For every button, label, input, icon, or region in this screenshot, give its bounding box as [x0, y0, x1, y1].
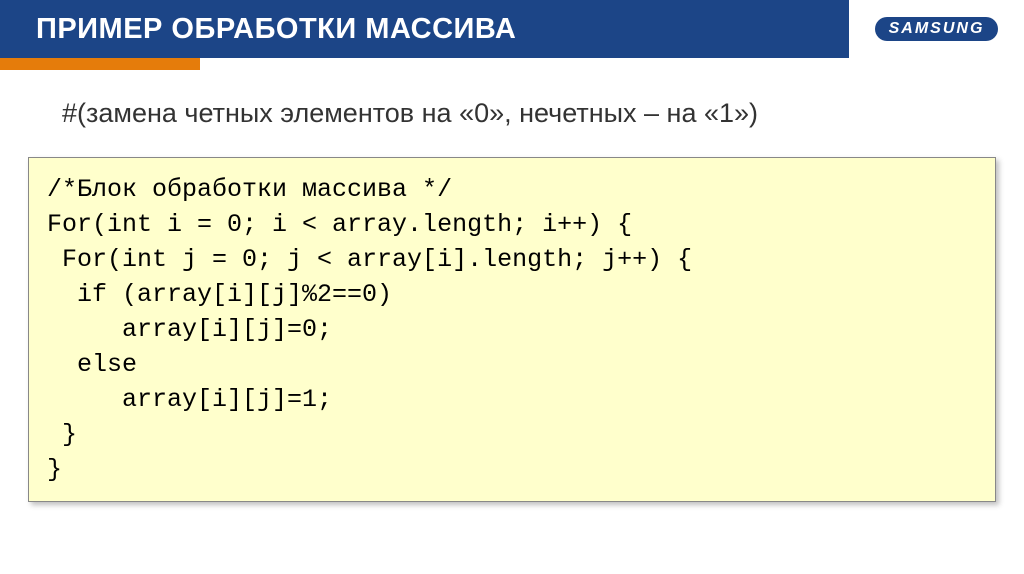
code-line: array[i][j]=0;: [47, 315, 332, 344]
code-line: }: [47, 420, 77, 449]
accent-bar: [0, 58, 200, 70]
code-block: /*Блок обработки массива */ For(int i = …: [28, 157, 996, 502]
code-line: array[i][j]=1;: [47, 385, 332, 414]
code-line: if (array[i][j]%2==0): [47, 280, 392, 309]
logo-area: SAMSUNG: [849, 0, 1024, 58]
slide-subtitle: #(замена четных элементов на «0», нечетн…: [62, 98, 984, 129]
slide-title: ПРИМЕР ОБРАБОТКИ МАССИВА: [36, 13, 516, 46]
title-block: ПРИМЕР ОБРАБОТКИ МАССИВА: [0, 0, 849, 58]
samsung-logo: SAMSUNG: [875, 17, 999, 41]
code-line: }: [47, 455, 62, 484]
code-line: /*Блок обработки массива */: [47, 175, 452, 204]
code-line: For(int j = 0; j < array[i].length; j++)…: [47, 245, 692, 274]
code-line: else: [47, 350, 137, 379]
code-line: For(int i = 0; i < array.length; i++) {: [47, 210, 632, 239]
slide-header: ПРИМЕР ОБРАБОТКИ МАССИВА SAMSUNG: [0, 0, 1024, 58]
